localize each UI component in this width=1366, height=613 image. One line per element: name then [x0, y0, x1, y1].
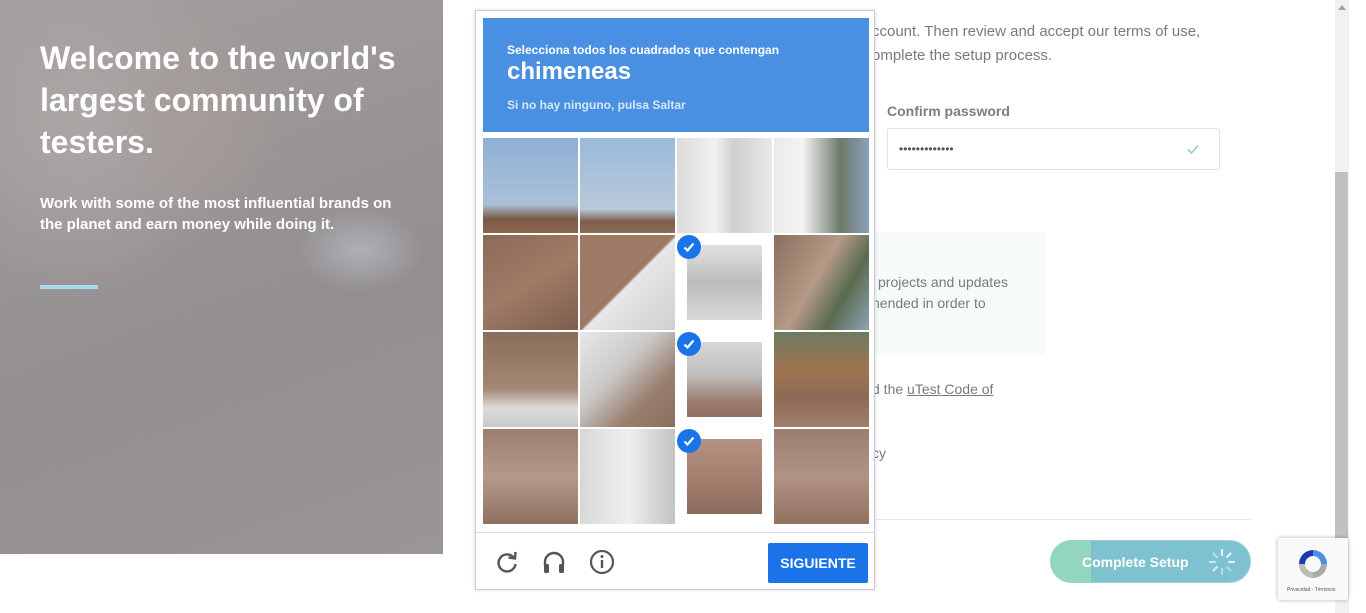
- captcha-tile[interactable]: [483, 138, 578, 233]
- captcha-tile[interactable]: [580, 332, 675, 427]
- captcha-tile-image: [687, 245, 762, 320]
- captcha-tile[interactable]: [580, 138, 675, 233]
- recaptcha-badge[interactable]: Privacidad - Términos: [1278, 538, 1348, 600]
- captcha-dialog: Selecciona todos los cuadrados que conte…: [475, 10, 875, 590]
- captcha-tile-image: [483, 332, 578, 427]
- recaptcha-terms[interactable]: Privacidad - Términos: [1287, 587, 1336, 593]
- confirm-password-value: •••••••••••••: [899, 142, 954, 156]
- captcha-tile-image: [677, 138, 772, 233]
- captcha-tile[interactable]: [677, 235, 772, 330]
- form-intro-line1: ccount. Then review and accept our terms…: [872, 23, 1201, 40]
- loading-spinner-icon: [1208, 548, 1236, 576]
- captcha-tile[interactable]: [774, 429, 869, 524]
- scrollbar-thumb[interactable]: [1335, 172, 1348, 538]
- info-icon[interactable]: [589, 549, 615, 575]
- notice-line1: projects and updates: [878, 274, 1008, 290]
- captcha-tile-image: [687, 439, 762, 514]
- code-of-conduct-link[interactable]: uTest Code of: [907, 381, 993, 397]
- captcha-footer: SIGUIENTE: [476, 532, 874, 590]
- captcha-tile[interactable]: [580, 235, 675, 330]
- captcha-tile-image: [580, 235, 675, 330]
- notice-line2: nended in order to: [872, 295, 986, 311]
- captcha-tile-image: [483, 429, 578, 524]
- recaptcha-logo-icon: [1299, 550, 1327, 578]
- captcha-tile[interactable]: [677, 138, 772, 233]
- captcha-tile[interactable]: [483, 429, 578, 524]
- captcha-target: chimeneas: [507, 58, 632, 85]
- captcha-tile-image: [687, 342, 762, 417]
- selected-check-icon: [677, 429, 701, 453]
- checkmark-icon: [1187, 144, 1199, 155]
- next-button[interactable]: SIGUIENTE: [768, 543, 868, 583]
- scroll-up-icon[interactable]: [1338, 5, 1346, 10]
- page-scrollbar[interactable]: [1335, 0, 1349, 613]
- captcha-tile[interactable]: [580, 429, 675, 524]
- captcha-tile[interactable]: [774, 235, 869, 330]
- captcha-instruction: Selecciona todos los cuadrados que conte…: [507, 43, 780, 57]
- hero-accent-bar: [40, 285, 98, 289]
- headphones-icon[interactable]: [541, 549, 567, 575]
- captcha-tile-image: [774, 235, 869, 330]
- captcha-tile-image: [580, 332, 675, 427]
- complete-setup-button[interactable]: Complete Setup: [1050, 540, 1251, 583]
- captcha-tile[interactable]: [774, 332, 869, 427]
- reload-icon[interactable]: [494, 549, 520, 575]
- captcha-tile-image: [483, 138, 578, 233]
- form-intro-line2: omplete the setup process.: [872, 47, 1053, 64]
- captcha-tile-image: [483, 235, 578, 330]
- captcha-tile-image: [580, 429, 675, 524]
- captcha-hint: Si no hay ninguno, pulsa Saltar: [507, 98, 686, 112]
- form-divider: [870, 519, 1251, 520]
- hero-subtitle: Work with some of the most influential b…: [40, 195, 392, 233]
- notice-box: projects and updates nended in order to: [870, 232, 1046, 355]
- captcha-tile-image: [580, 138, 675, 233]
- selected-check-icon: [677, 235, 701, 259]
- captcha-tile-image: [774, 332, 869, 427]
- captcha-tile[interactable]: [483, 332, 578, 427]
- code-of-conduct-text: d the uTest Code of: [872, 377, 993, 401]
- captcha-tile[interactable]: [483, 235, 578, 330]
- confirm-password-label: Confirm password: [887, 103, 1010, 119]
- complete-setup-label: Complete Setup: [1082, 554, 1189, 570]
- captcha-tile[interactable]: [677, 332, 772, 427]
- captcha-tile-image: [774, 138, 869, 233]
- captcha-tile[interactable]: [774, 138, 869, 233]
- confirm-password-field[interactable]: •••••••••••••: [887, 128, 1220, 170]
- captcha-tile[interactable]: [677, 429, 772, 524]
- captcha-tile-image: [774, 429, 869, 524]
- code-prefix: d the: [872, 381, 908, 397]
- captcha-header: Selecciona todos los cuadrados que conte…: [483, 18, 869, 132]
- hero-title: Welcome to the world's largest community…: [40, 40, 396, 160]
- selected-check-icon: [677, 332, 701, 356]
- hero-panel: Welcome to the world's largest community…: [0, 0, 443, 554]
- captcha-image-grid: [483, 138, 869, 524]
